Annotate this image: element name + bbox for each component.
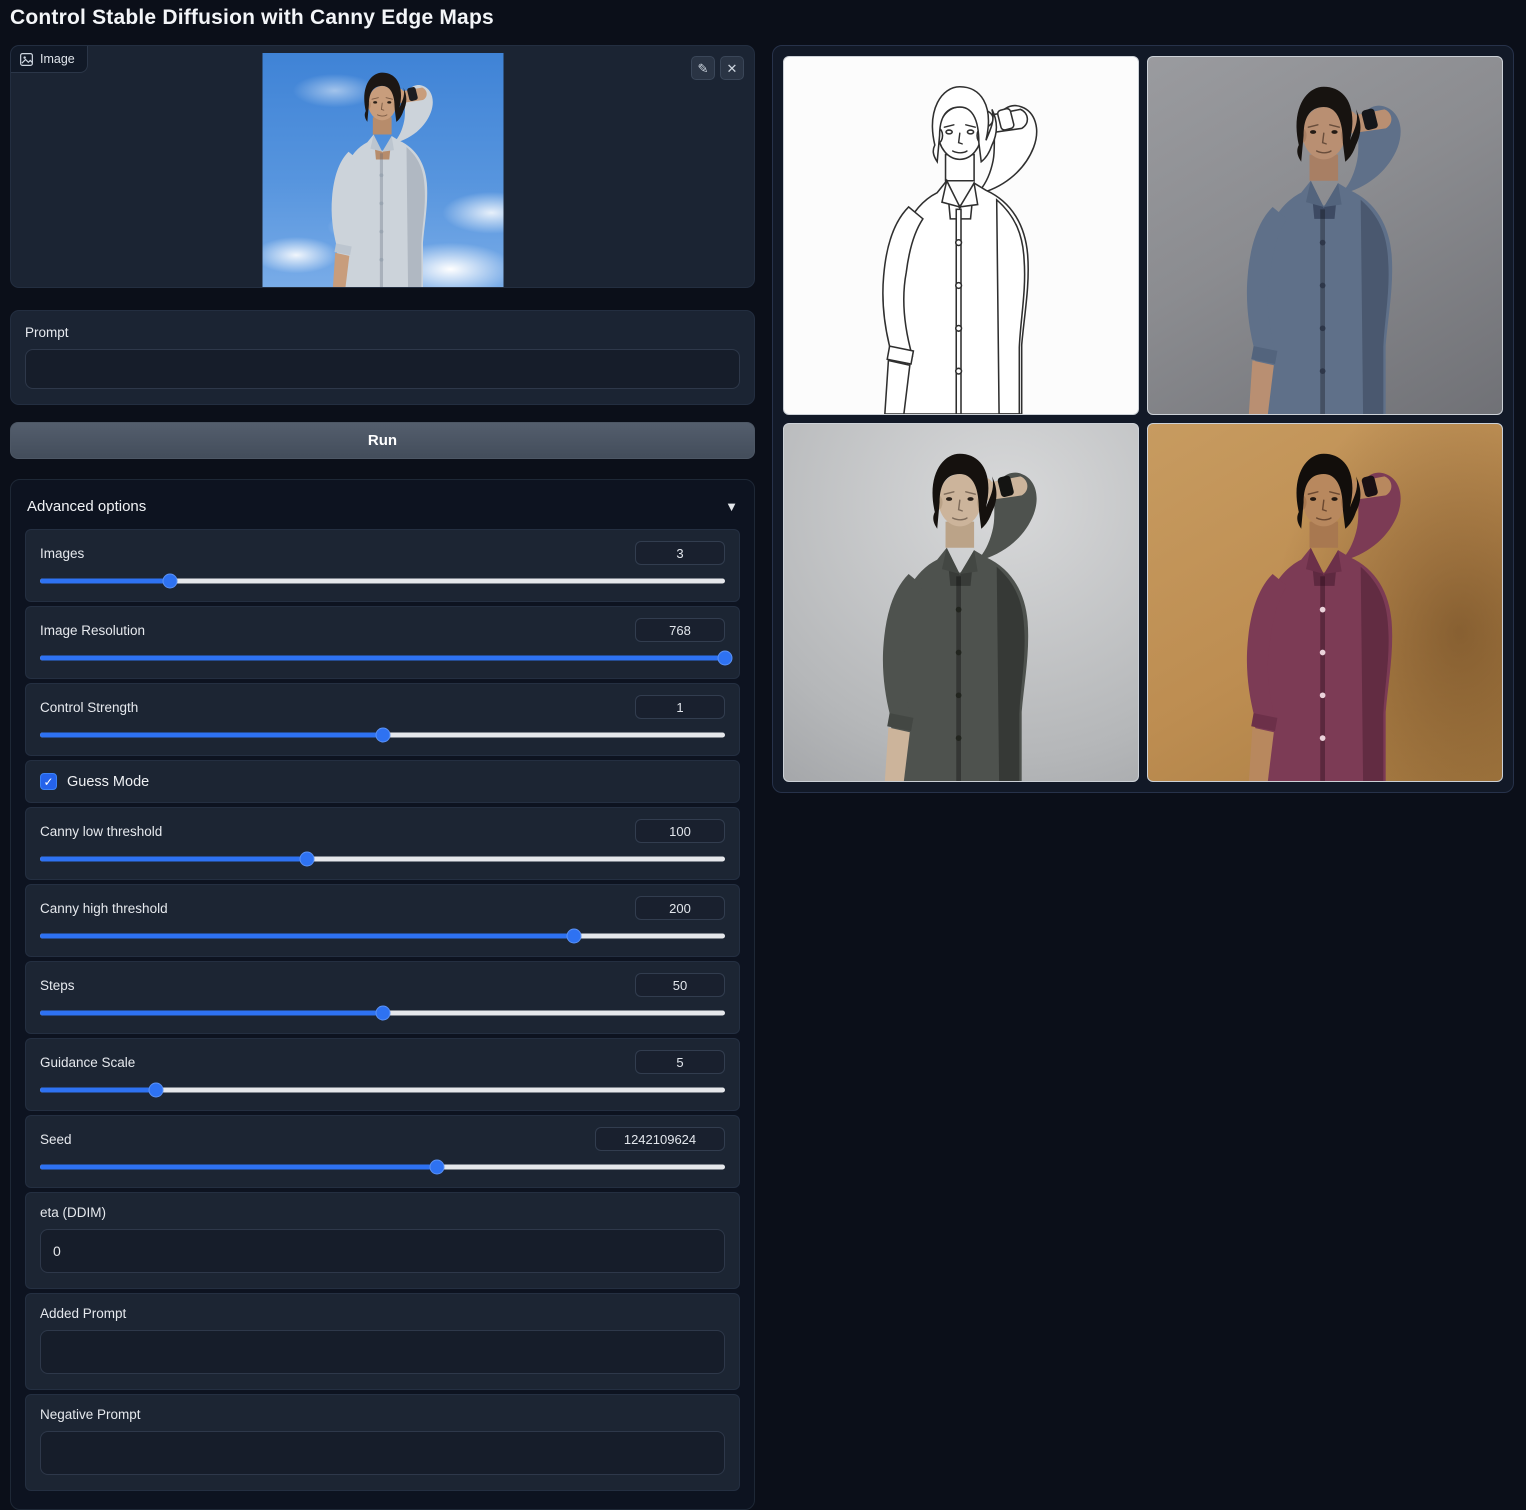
slider-row-canny-high: Canny high threshold [25,884,740,957]
prompt-input[interactable] [25,349,740,389]
slider-track[interactable] [40,1082,725,1098]
eta-ddim-row: eta (DDIM) [25,1192,740,1289]
negative-prompt-label: Negative Prompt [40,1407,141,1422]
slider-track[interactable] [40,727,725,743]
slider-value-input[interactable] [635,695,725,719]
slider-track[interactable] [40,928,725,944]
guess-mode-row: ✓ Guess Mode [25,760,740,803]
slider-label: Steps [40,977,75,993]
added-prompt-row: Added Prompt [25,1293,740,1390]
slider-handle[interactable] [566,928,582,944]
slider-track[interactable] [40,573,725,589]
slider-label: Image Resolution [40,622,146,638]
eta-ddim-label: eta (DDIM) [40,1205,107,1220]
uploaded-image [262,53,503,287]
clear-image-button[interactable]: ✕ [720,56,744,80]
slider-row-control-strength: Control Strength [25,683,740,756]
slider-track[interactable] [40,851,725,867]
image-component-label: Image [11,46,88,73]
slider-label: Guidance Scale [40,1054,136,1070]
prompt-label: Prompt [25,325,69,340]
slider-label: Canny low threshold [40,823,163,839]
run-button[interactable]: Run [10,422,755,459]
check-icon: ✓ [43,774,54,789]
guess-mode-checkbox[interactable]: ✓ [40,773,57,790]
slider-label: Seed [40,1131,72,1147]
gallery-item-generated-charcoal[interactable] [783,423,1139,782]
slider-track[interactable] [40,650,733,666]
slider-row-image-resolution: Image Resolution [25,606,740,679]
slider-row-images: Images [25,529,740,602]
advanced-options-accordion: Advanced options ▼ Images Image Resoluti… [10,479,755,1510]
image-icon [20,52,33,66]
slider-handle[interactable] [148,1082,164,1098]
slider-handle[interactable] [429,1159,445,1175]
slider-handle[interactable] [162,573,178,589]
prompt-block: Prompt [10,310,755,405]
app-page: Control Stable Diffusion with Canny Edge… [0,0,1526,1510]
slider-label: Images [40,545,85,561]
slider-value-input[interactable] [635,541,725,565]
advanced-options-header[interactable]: Advanced options ▼ [25,492,740,529]
negative-prompt-row: Negative Prompt [25,1394,740,1491]
slider-handle[interactable] [717,650,733,666]
slider-value-input[interactable] [635,618,725,642]
slider-value-input[interactable] [635,896,725,920]
close-icon: ✕ [726,60,738,76]
pencil-icon: ✎ [697,60,709,76]
eta-ddim-input[interactable] [40,1229,725,1273]
edit-image-button[interactable]: ✎ [691,56,715,80]
gallery-item-generated-slate-blue[interactable] [1147,56,1503,415]
slider-value-input[interactable] [635,819,725,843]
input-image-block: Image ✎ ✕ [10,45,755,288]
gallery-item-generated-burgundy[interactable] [1147,423,1503,782]
negative-prompt-input[interactable] [40,1431,725,1475]
slider-label: Control Strength [40,699,139,715]
slider-row-guidance-scale: Guidance Scale [25,1038,740,1111]
slider-row-seed: Seed [25,1115,740,1188]
slider-row-steps: Steps [25,961,740,1034]
slider-handle[interactable] [299,851,315,867]
image-label-text: Image [40,52,75,66]
added-prompt-label: Added Prompt [40,1306,127,1321]
guess-mode-label: Guess Mode [67,773,150,790]
result-gallery [772,45,1514,793]
slider-label: Canny high threshold [40,900,168,916]
slider-row-canny-low: Canny low threshold [25,807,740,880]
chevron-down-icon: ▼ [725,499,738,514]
slider-handle[interactable] [375,1005,390,1021]
slider-value-input[interactable] [635,1050,725,1074]
gallery-item-canny-edge-map[interactable] [783,56,1139,415]
slider-track[interactable] [40,1159,725,1175]
slider-track[interactable] [40,1005,725,1021]
added-prompt-input[interactable] [40,1330,725,1374]
slider-value-input[interactable] [595,1127,725,1151]
advanced-options-title: Advanced options [27,498,147,515]
page-title: Control Stable Diffusion with Canny Edge… [10,6,494,29]
slider-handle[interactable] [375,727,390,743]
slider-value-input[interactable] [635,973,725,997]
